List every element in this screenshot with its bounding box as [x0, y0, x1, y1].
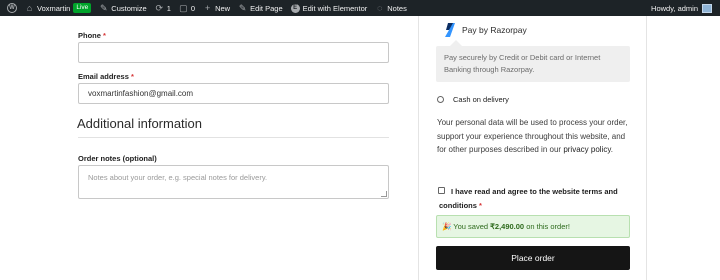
order-notes-label: Order notes (optional): [78, 154, 157, 163]
notes-link[interactable]: ◌ Notes: [371, 0, 411, 16]
avatar: [702, 3, 712, 13]
terms-checkbox[interactable]: [438, 187, 445, 194]
edit-page-label: Edit Page: [250, 3, 283, 13]
required-marker: *: [479, 201, 482, 210]
plus-icon: +: [204, 2, 211, 13]
phone-input[interactable]: [78, 42, 389, 63]
updates-icon: ⟳: [155, 2, 163, 13]
notes-label: Notes: [387, 3, 407, 13]
updates-link[interactable]: ⟳ 1: [151, 0, 175, 16]
new-content-menu[interactable]: + New: [199, 0, 234, 16]
email-input[interactable]: voxmartinfashion@gmail.com: [78, 83, 389, 104]
my-account-menu[interactable]: Howdy, admin: [651, 3, 720, 13]
razorpay-logo-icon: [445, 23, 455, 37]
customize-label: Customize: [111, 3, 147, 13]
resize-handle-icon[interactable]: [381, 191, 387, 197]
saved-suffix: on this order!: [526, 222, 570, 231]
razorpay-option[interactable]: Pay by Razorpay: [444, 22, 527, 38]
saved-prefix: 🎉 You saved: [442, 222, 489, 231]
site-name: Voxmartin: [37, 3, 71, 13]
order-notes-textarea[interactable]: Notes about your order, e.g. special not…: [78, 165, 389, 199]
required-marker: *: [103, 31, 106, 40]
terms-label[interactable]: I have read and agree to the website ter…: [439, 185, 634, 213]
comments-count: 0: [190, 3, 196, 13]
required-marker: *: [130, 72, 134, 81]
comment-icon: ▢: [179, 2, 188, 13]
razorpay-description: Pay securely by Credit or Debit card or …: [436, 46, 630, 82]
new-label: New: [215, 3, 231, 13]
updates-count: 1: [166, 3, 171, 13]
section-divider: [78, 137, 389, 138]
cod-label[interactable]: Cash on delivery: [453, 95, 509, 104]
site-name-menu[interactable]: ⌂ Voxmartin Live: [21, 0, 95, 16]
comments-link[interactable]: ▢ 0: [175, 0, 199, 16]
speech-bubble-icon: ◌: [377, 2, 383, 13]
wordpress-menu[interactable]: [0, 0, 21, 16]
edit-elementor-label: Edit with Elementor: [302, 3, 368, 13]
razorpay-label: Pay by Razorpay: [462, 25, 527, 35]
wp-admin-bar: ⌂ Voxmartin Live ✎ Customize ⟳ 1 ▢ 0 + N…: [0, 0, 720, 16]
phone-label: Phone *: [78, 31, 106, 40]
place-order-button[interactable]: Place order: [436, 246, 630, 270]
edit-elementor-link[interactable]: Edit with Elementor: [287, 0, 372, 16]
home-icon: ⌂: [26, 2, 33, 13]
saved-amount: ₹2,490.00: [490, 222, 525, 231]
elementor-icon: [290, 3, 300, 13]
customize-link[interactable]: ✎ Customize: [95, 0, 150, 16]
cod-radio[interactable]: [437, 96, 444, 103]
howdy-text: Howdy, admin: [651, 3, 698, 13]
privacy-notice: Your personal data will be used to proce…: [437, 118, 628, 154]
edit-page-link[interactable]: ✎ Edit Page: [234, 0, 287, 16]
pencil-icon: ✎: [238, 2, 247, 13]
order-notes-placeholder: Notes about your order, e.g. special not…: [88, 173, 268, 182]
live-badge: Live: [73, 3, 92, 13]
wordpress-logo-icon: [7, 3, 17, 13]
privacy-policy-link[interactable]: privacy policy: [563, 145, 610, 154]
email-label: Email address *: [78, 72, 134, 81]
additional-information-heading: Additional information: [77, 116, 203, 131]
brush-icon: ✎: [100, 2, 108, 13]
savings-notice: 🎉 You saved ₹2,490.00 on this order!: [436, 215, 630, 238]
